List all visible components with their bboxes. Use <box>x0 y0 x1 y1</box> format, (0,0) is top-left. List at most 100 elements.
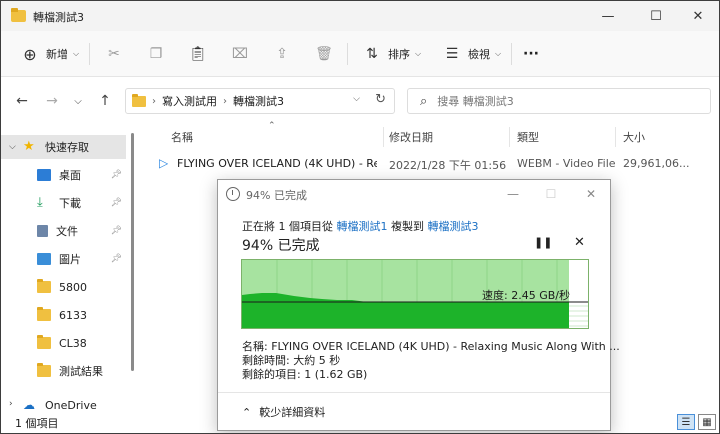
minimize-button[interactable]: — <box>585 1 631 31</box>
pin-icon: 📌︎ <box>110 198 122 208</box>
tiles-view-icon[interactable]: ▦ <box>698 414 716 430</box>
folder-icon <box>37 335 51 349</box>
dialog-close-button[interactable]: ✕ <box>576 184 606 204</box>
sidebar-item-onedrive[interactable]: › ☁ OneDrive <box>1 399 126 411</box>
trash-icon: 🗑︎ <box>315 46 333 62</box>
sort-icon: ⇅ <box>366 46 378 62</box>
sidebar-item-cl38[interactable]: CL38 <box>1 331 126 355</box>
up-arrow-icon[interactable]: ↑ <box>94 92 116 110</box>
toolbar-divider <box>511 43 512 65</box>
column-divider[interactable] <box>383 127 384 147</box>
delete-button[interactable]: 🗑︎ <box>313 41 335 67</box>
sort-button[interactable]: ⇅ 排序 ⌵ <box>361 41 421 67</box>
sidebar-item-documents[interactable]: 文件 📌︎ <box>1 219 126 243</box>
search-placeholder: 搜尋 轉檔測試3 <box>437 95 514 108</box>
sidebar-item-quick-access[interactable]: ⌵ ★ 快速存取 <box>1 135 126 159</box>
sidebar-item-desktop[interactable]: 桌面 📌︎ <box>1 163 126 187</box>
column-header-size[interactable]: 大小 <box>623 129 645 145</box>
rename-button[interactable]: ⌧ <box>229 41 251 67</box>
chevron-down-icon[interactable]: ⌵ <box>353 94 360 104</box>
refresh-icon[interactable]: ↻ <box>375 92 386 107</box>
recent-chevron-icon[interactable]: ⌵ <box>67 92 89 110</box>
navigation-pane: ⌵ ★ 快速存取 桌面 📌︎ ⤓ 下載 📌︎ 文件 📌︎ 圖片 📌︎ 5800 <box>1 125 137 411</box>
fewer-details-button[interactable]: ⌃ 較少詳細資料 <box>242 404 325 420</box>
sidebar-item-pictures[interactable]: 圖片 📌︎ <box>1 247 126 271</box>
folder-icon <box>37 363 51 377</box>
sidebar-item-downloads[interactable]: ⤓ 下載 📌︎ <box>1 191 126 215</box>
share-button[interactable]: ⇪ <box>271 41 293 67</box>
folder-icon <box>132 93 146 107</box>
chevron-right-icon: › <box>152 95 156 107</box>
speed-label: 速度: 2.45 GB/秒 <box>482 289 570 302</box>
dialog-divider <box>218 392 610 393</box>
copy-description: 正在將 1 個項目從 轉檔測試1 複製到 轉檔測試3 <box>242 218 479 234</box>
column-header-name[interactable]: 名稱 <box>171 129 193 145</box>
sidebar-scrollbar[interactable] <box>131 133 134 371</box>
scissors-icon: ✂ <box>108 46 120 62</box>
destination-folder-link[interactable]: 轉檔測試3 <box>428 220 479 233</box>
cloud-icon: ☁ <box>23 399 35 411</box>
sidebar-item-6133[interactable]: 6133 <box>1 303 126 327</box>
chevron-down-icon: ⌵ <box>73 49 80 58</box>
toolbar-divider <box>89 43 90 65</box>
new-label: 新增 <box>46 48 68 61</box>
close-button[interactable]: ✕ <box>675 1 719 31</box>
dialog-minimize-button[interactable]: — <box>498 184 528 204</box>
file-explorer-window: 轉檔測試3 — ☐ ✕ ⊕ 新增 ⌵ ✂ ❐ 📋︎ ⌧ ⇪ 🗑︎ ⇅ 排序 ⌵ … <box>0 0 720 434</box>
copy-mid: 複製到 <box>391 220 424 233</box>
remaining-region <box>569 260 588 328</box>
source-folder-link[interactable]: 轉檔測試1 <box>337 220 388 233</box>
copy-prefix: 正在將 1 個項目從 <box>242 220 333 233</box>
sidebar-item-label: 快速存取 <box>45 141 89 154</box>
share-icon: ⇪ <box>276 46 288 62</box>
back-arrow-icon[interactable]: ← <box>11 92 33 110</box>
toolbar-divider <box>347 43 348 65</box>
paste-button[interactable]: 📋︎ <box>187 41 209 67</box>
sidebar-item-label: 圖片 <box>59 253 81 266</box>
fewer-details-label: 較少詳細資料 <box>259 406 326 419</box>
address-bar[interactable]: › 寫入測試用 › 轉檔測試3 ⌵ ↻ <box>125 88 395 114</box>
view-button[interactable]: ☰ 檢視 ⌵ <box>441 41 501 67</box>
new-button[interactable]: ⊕ 新增 ⌵ <box>19 41 79 67</box>
plus-circle-icon: ⊕ <box>23 44 37 64</box>
more-options-button[interactable]: ··· <box>523 41 539 67</box>
items-remaining-line: 剩餘的項目: 1 (1.62 GB) <box>242 368 368 381</box>
maximize-button[interactable]: ☐ <box>633 1 679 31</box>
window-title: 轉檔測試3 <box>33 11 84 24</box>
dialog-title: 94% 已完成 <box>246 189 307 202</box>
sidebar-item-label: CL38 <box>59 336 87 350</box>
details-view-icon[interactable]: ☰ <box>677 414 695 430</box>
pin-icon: 📌︎ <box>110 170 122 180</box>
view-label: 檢視 <box>468 48 490 61</box>
breadcrumb-item[interactable]: 轉檔測試3 <box>233 93 284 109</box>
file-size: 29,961,06... <box>623 157 690 170</box>
command-bar: ⊕ 新增 ⌵ ✂ ❐ 📋︎ ⌧ ⇪ 🗑︎ ⇅ 排序 ⌵ ☰ 檢視 ⌵ ··· <box>1 31 719 77</box>
sidebar-item-test-results[interactable]: 測試結果 <box>1 359 126 383</box>
chevron-down-icon: ⌵ <box>415 49 422 58</box>
sort-up-icon: ⌃ <box>268 121 276 131</box>
sidebar-item-label: 測試結果 <box>59 365 103 378</box>
sidebar-item-label: 6133 <box>59 308 87 322</box>
breadcrumb-item[interactable]: 寫入測試用 <box>162 93 217 109</box>
pin-icon: 📌︎ <box>110 254 122 264</box>
title-bar: 轉檔測試3 — ☐ ✕ <box>1 1 719 31</box>
address-row: ← → ⌵ ↑ › 寫入測試用 › 轉檔測試3 ⌵ ↻ ⌕ 搜尋 轉檔測試3 <box>1 77 719 125</box>
column-divider[interactable] <box>509 127 510 147</box>
sidebar-item-label: 文件 <box>56 225 78 238</box>
copy-button[interactable]: ❐ <box>145 41 167 67</box>
download-icon: ⤓ <box>37 195 43 210</box>
cut-button[interactable]: ✂ <box>103 41 125 67</box>
cancel-icon[interactable]: ✕ <box>574 235 585 250</box>
sidebar-item-5800[interactable]: 5800 <box>1 275 126 299</box>
column-divider[interactable] <box>615 127 616 147</box>
forward-arrow-icon[interactable]: → <box>41 92 63 110</box>
column-header-modified[interactable]: 修改日期 <box>389 129 433 145</box>
pause-icon[interactable]: ❚❚ <box>534 236 552 249</box>
file-row[interactable]: ▷ FLYING OVER ICELAND (4K UHD) - Rel... … <box>137 153 719 175</box>
file-type: WEBM - Video File <box>517 157 616 170</box>
picture-icon <box>37 253 51 265</box>
file-name: FLYING OVER ICELAND (4K UHD) - Rel... <box>177 157 377 170</box>
column-header-type[interactable]: 類型 <box>517 129 539 145</box>
search-input[interactable]: ⌕ 搜尋 轉檔測試3 <box>407 88 711 114</box>
column-header-row: ⌃ 名稱 修改日期 類型 大小 <box>137 121 719 149</box>
